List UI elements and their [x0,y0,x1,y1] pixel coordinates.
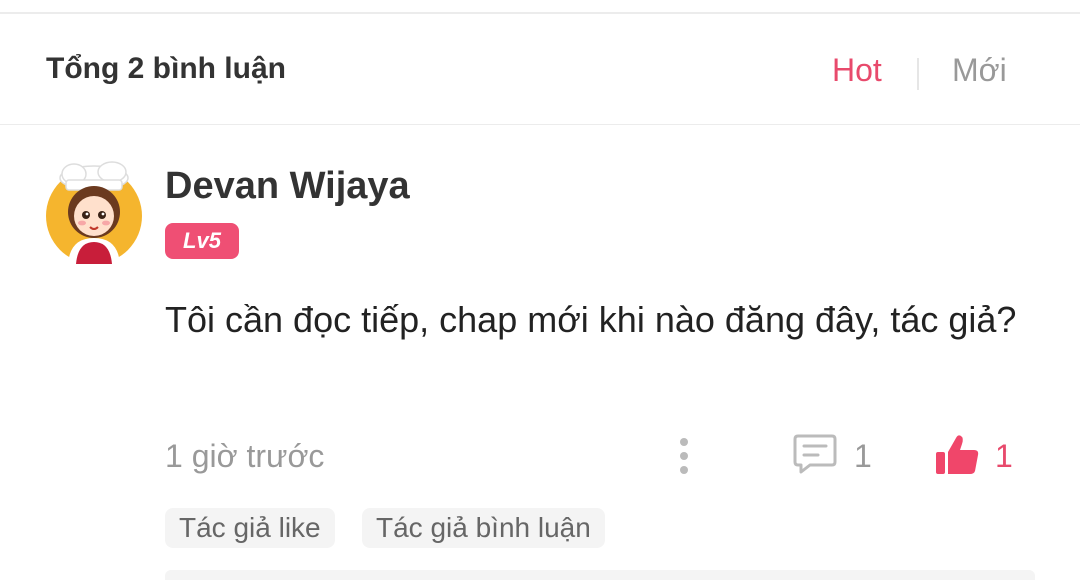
author-replied-tag: Tác giả bình luận [362,508,605,548]
comment-username[interactable]: Devan Wijaya [165,165,410,208]
user-level-badge: Lv5 [165,223,239,259]
comment-timestamp: 1 giờ trước [165,438,325,474]
sort-hot-tab[interactable]: Hot [832,52,882,89]
comments-header: Tổng 2 bình luận Hot Mới [0,14,1080,125]
total-comments-title: Tổng 2 bình luận [46,52,286,85]
comment-body: Tôi cần đọc tiếp, chap mới khi nào đăng … [165,299,1017,340]
reply-count: 1 [854,438,872,474]
replies-preview-box [165,570,1035,580]
more-vertical-icon[interactable] [676,436,692,476]
comment-icon[interactable] [792,432,838,476]
user-avatar[interactable] [44,160,144,264]
sort-new-tab[interactable]: Mới [952,52,1007,89]
sort-separator [917,58,919,90]
author-liked-tag: Tác giả like [165,508,335,548]
avatar-illustration [46,161,142,264]
thumbs-up-icon[interactable] [934,432,980,478]
like-count: 1 [995,438,1013,474]
